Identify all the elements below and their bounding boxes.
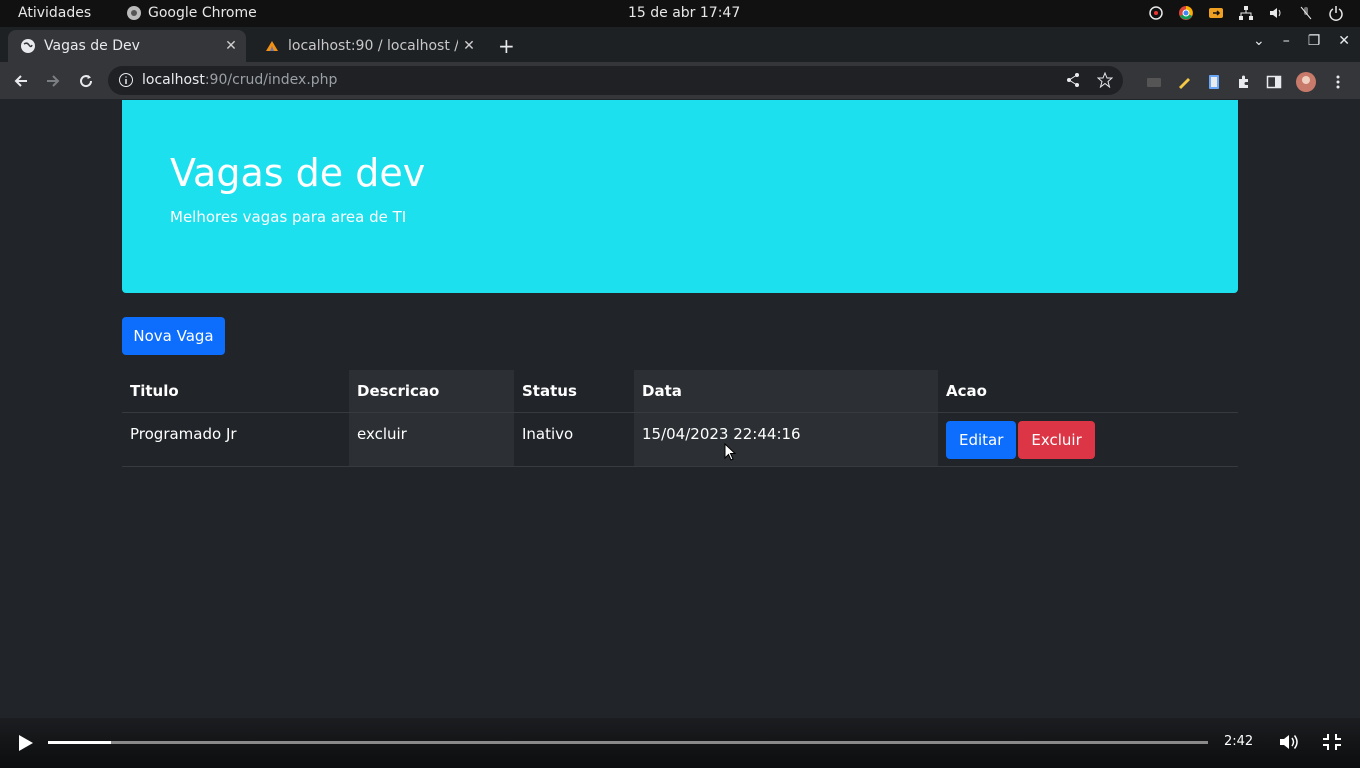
page-subtitle: Melhores vagas para area de TI <box>170 208 407 226</box>
network-icon[interactable] <box>1238 5 1254 21</box>
back-arrow-icon[interactable] <box>10 70 32 92</box>
info-icon[interactable] <box>118 72 134 92</box>
bookmark-star-icon[interactable] <box>1097 72 1113 88</box>
extension-tab-icon[interactable] <box>1146 74 1162 90</box>
minimize-icon[interactable]: – <box>1283 33 1290 49</box>
close-icon[interactable]: ✕ <box>220 38 242 54</box>
url-path: :90/crud/index.php <box>204 72 338 88</box>
restore-icon[interactable]: ❐ <box>1308 33 1321 49</box>
side-panel-icon[interactable] <box>1266 74 1282 90</box>
pencil-extension-icon[interactable] <box>1176 74 1192 90</box>
more-menu-icon[interactable] <box>1330 74 1346 90</box>
edit-button[interactable]: Editar <box>946 421 1017 459</box>
browser-toolbar: localhost:90/crud/index.php <box>0 62 1360 99</box>
cell-titulo: Programado Jr <box>122 412 349 467</box>
table-header-row: Titulo Descricao Status Data Acao <box>122 370 1238 413</box>
page-title: Vagas de dev <box>170 151 426 195</box>
video-progress-fill <box>48 741 111 744</box>
tab-search-icon[interactable]: ⌄ <box>1253 33 1265 49</box>
column-header-acao: Acao <box>938 370 1238 413</box>
mouse-cursor-icon <box>724 443 737 461</box>
activities-button[interactable]: Atividades <box>18 5 91 21</box>
clock[interactable]: 15 de abr 17:47 <box>628 5 740 21</box>
app-menu[interactable]: Google Chrome <box>126 5 257 21</box>
extensions-puzzle-icon[interactable] <box>1236 74 1252 90</box>
video-time: 2:42 <box>1224 734 1254 749</box>
close-icon[interactable]: ✕ <box>458 38 480 54</box>
jobs-table: Titulo Descricao Status Data Acao Progra… <box>122 370 1238 467</box>
new-job-button[interactable]: Nova Vaga <box>122 317 225 355</box>
close-window-icon[interactable]: ✕ <box>1338 33 1350 49</box>
share-icon[interactable] <box>1065 72 1081 88</box>
tab-title: localhost:90 / localhost / <box>288 38 458 54</box>
update-icon[interactable] <box>1148 5 1164 21</box>
url-text[interactable]: localhost:90/crud/index.php <box>142 72 337 88</box>
cell-data: 15/04/2023 22:44:16 <box>634 412 938 467</box>
globe-icon <box>20 38 36 54</box>
video-progress-bar[interactable] <box>48 741 1208 744</box>
delete-button[interactable]: Excluir <box>1018 421 1095 459</box>
profile-avatar[interactable] <box>1296 72 1316 92</box>
column-header-titulo: Titulo <box>122 370 349 413</box>
volume-control-icon[interactable] <box>1278 732 1300 752</box>
jumbotron: Vagas de dev Melhores vagas para area de… <box>122 100 1238 293</box>
tab-vagas-de-dev[interactable]: Vagas de Dev ✕ <box>8 30 246 62</box>
cell-status: Inativo <box>514 412 634 467</box>
new-tab-button[interactable]: + <box>498 34 515 58</box>
reload-icon[interactable] <box>75 70 97 92</box>
power-icon[interactable] <box>1328 5 1344 21</box>
play-icon[interactable] <box>18 734 34 752</box>
cell-acao: Editar Excluir <box>938 412 1238 467</box>
app-name: Google Chrome <box>148 5 257 21</box>
screencast-icon[interactable] <box>1208 5 1224 21</box>
forward-arrow-icon[interactable] <box>42 70 64 92</box>
exit-fullscreen-icon[interactable] <box>1322 733 1342 751</box>
phpmyadmin-icon <box>264 38 280 54</box>
address-bar[interactable]: localhost:90/crud/index.php <box>108 66 1123 95</box>
chrome-icon <box>127 6 141 20</box>
url-host: localhost <box>142 72 205 88</box>
docs-extension-icon[interactable] <box>1206 74 1222 90</box>
column-header-status: Status <box>514 370 634 413</box>
column-header-data: Data <box>634 370 938 413</box>
system-top-bar: Atividades Google Chrome 15 de abr 17:47 <box>0 0 1360 27</box>
video-controls: 2:42 <box>0 718 1360 768</box>
microphone-muted-icon[interactable] <box>1298 5 1314 21</box>
cell-descricao: excluir <box>349 412 514 467</box>
tab-title: Vagas de Dev <box>44 38 140 54</box>
table-row: Programado Jr excluir Inativo 15/04/2023… <box>122 412 1238 467</box>
tab-phpmyadmin[interactable]: localhost:90 / localhost / ✕ <box>252 30 484 62</box>
volume-icon[interactable] <box>1268 5 1284 21</box>
tab-strip: Vagas de Dev ✕ localhost:90 / localhost … <box>0 27 1360 62</box>
chrome-tray-icon[interactable] <box>1178 5 1194 21</box>
column-header-descricao: Descricao <box>349 370 514 413</box>
